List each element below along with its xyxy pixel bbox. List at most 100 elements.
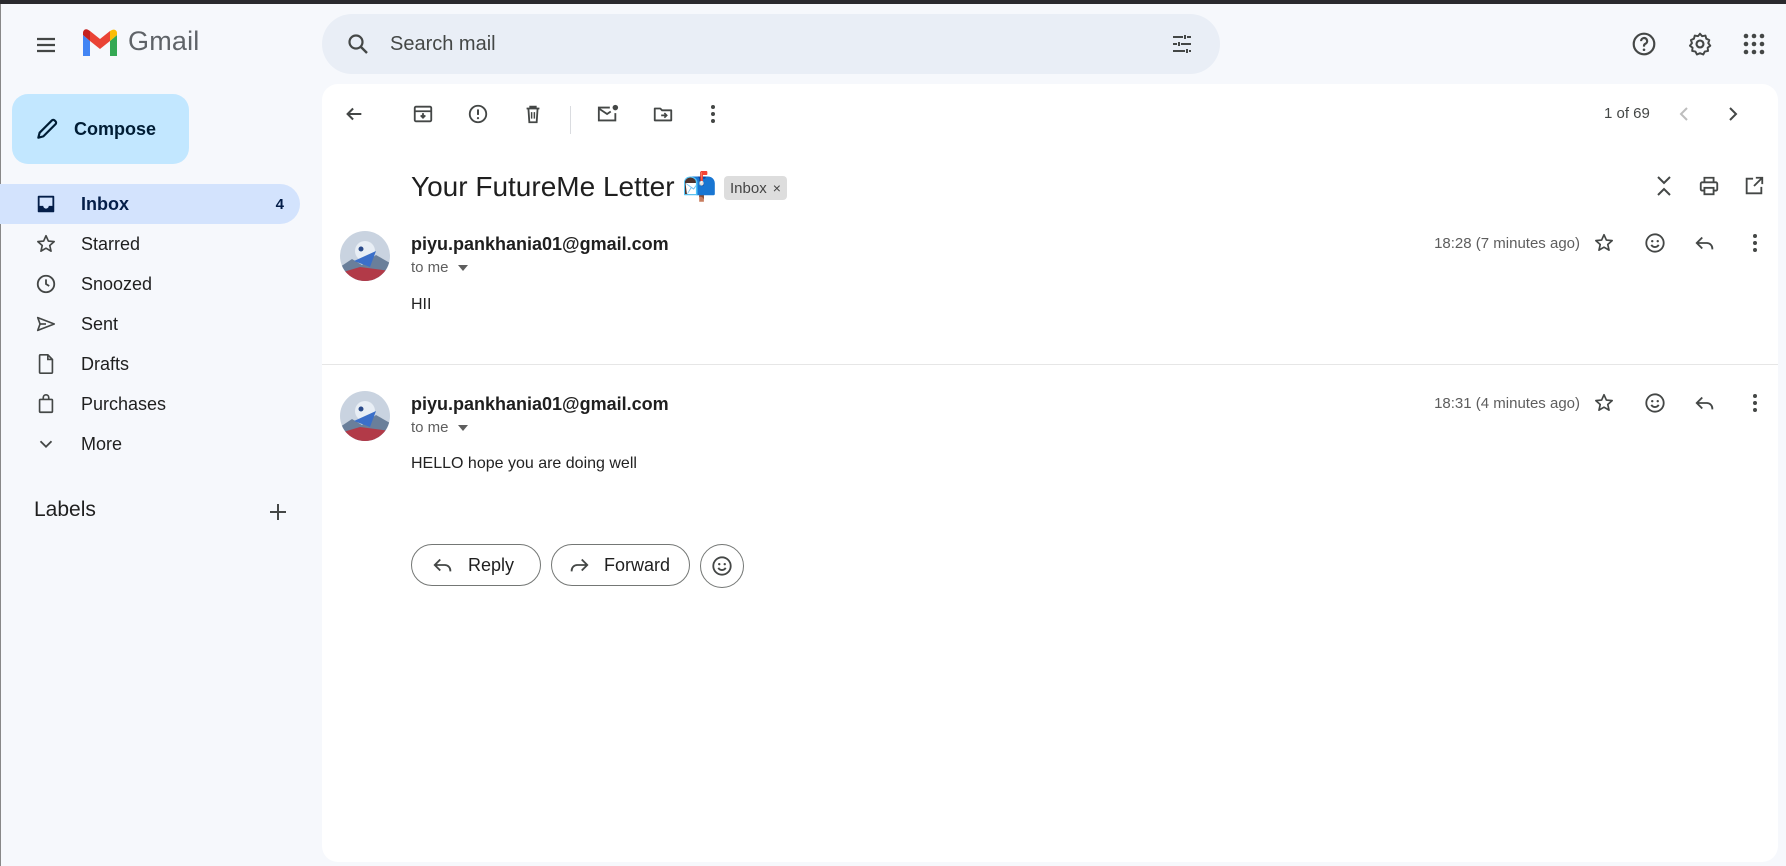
apps-grid-icon: [1743, 33, 1765, 55]
gear-icon: [1688, 32, 1712, 56]
sidebar-item-more[interactable]: More: [0, 424, 300, 464]
sidebar-item-sent[interactable]: Sent: [0, 304, 300, 344]
newer-button[interactable]: [1664, 94, 1704, 134]
remove-label-button[interactable]: ×: [773, 180, 781, 196]
sidebar-item-snoozed[interactable]: Snoozed: [0, 264, 300, 304]
message-more-button[interactable]: [1735, 223, 1775, 263]
main-menu-button[interactable]: [22, 21, 70, 69]
emoji-icon: [1645, 233, 1665, 253]
more-vert-icon: [1753, 394, 1757, 412]
message-divider: [322, 364, 1778, 365]
avatar[interactable]: [340, 231, 390, 281]
send-icon: [22, 313, 70, 335]
archive-icon: [413, 105, 433, 123]
avatar-image-icon: [340, 391, 390, 441]
clock-icon: [22, 273, 70, 295]
caret-down-icon: [457, 424, 468, 431]
report-spam-button[interactable]: [458, 94, 498, 134]
add-reaction-button[interactable]: [1635, 223, 1675, 263]
window-top-edge: [0, 0, 1786, 4]
mark-unread-icon: [597, 104, 619, 122]
emoji-reaction-button[interactable]: [700, 544, 744, 588]
labels-heading: Labels: [34, 498, 96, 521]
print-icon: [1699, 176, 1719, 196]
settings-button[interactable]: [1678, 22, 1722, 66]
google-apps-button[interactable]: [1732, 22, 1776, 66]
sidebar-item-label: Sent: [81, 313, 119, 334]
reply-action-button[interactable]: Reply: [411, 544, 541, 586]
hamburger-icon: [37, 37, 55, 53]
draft-icon: [22, 353, 70, 375]
reply-icon: [1695, 396, 1714, 410]
avatar[interactable]: [340, 391, 390, 441]
chevron-down-icon: [22, 433, 70, 455]
search-options-button[interactable]: [1162, 24, 1202, 64]
toolbar-divider: [570, 106, 571, 134]
recipient-label: to me: [411, 259, 449, 276]
sidebar-item-label: Starred: [81, 233, 141, 254]
search-button[interactable]: [336, 22, 380, 66]
tune-icon: [1173, 35, 1191, 53]
compose-label: Compose: [74, 118, 157, 139]
add-reaction-button[interactable]: [1635, 383, 1675, 423]
pencil-icon: [37, 118, 58, 139]
emoji-icon: [712, 556, 732, 576]
sidebar-item-drafts[interactable]: Drafts: [0, 344, 300, 384]
sidebar-item-label: Snoozed: [81, 273, 153, 294]
emoji-icon: [1645, 393, 1665, 413]
forward-label: Forward: [604, 554, 671, 575]
recipient-details[interactable]: to me: [411, 419, 469, 436]
sidebar-item-starred[interactable]: Starred: [0, 224, 300, 264]
recipient-label: to me: [411, 419, 449, 436]
compose-button[interactable]: Compose: [12, 94, 189, 164]
sender-email[interactable]: piyu.pankhania01@gmail.com: [411, 394, 669, 415]
delete-button[interactable]: [513, 94, 553, 134]
move-to-button[interactable]: [643, 94, 683, 134]
move-folder-icon: [653, 107, 673, 122]
archive-button[interactable]: [403, 94, 443, 134]
reply-button[interactable]: [1685, 223, 1725, 263]
email-subject: Your FutureMe Letter 📬: [411, 171, 718, 202]
report-icon: [468, 104, 488, 124]
open-new-window-button[interactable]: [1734, 166, 1774, 206]
plus-icon: [270, 504, 286, 520]
forward-action-button[interactable]: Forward: [551, 544, 690, 586]
more-vert-icon: [711, 105, 715, 123]
reply-button[interactable]: [1685, 383, 1725, 423]
message-time: 18:31 (4 minutes ago): [1434, 395, 1580, 412]
sidebar-item-label: More: [81, 433, 123, 454]
more-actions-button[interactable]: [693, 94, 733, 134]
sidebar-item-label: Inbox: [81, 193, 129, 214]
star-icon: [22, 233, 70, 255]
sender-email[interactable]: piyu.pankhania01@gmail.com: [411, 234, 669, 255]
search-icon: [348, 34, 368, 54]
open-in-new-icon: [1745, 176, 1764, 195]
help-icon: [1632, 32, 1656, 56]
message-more-button[interactable]: [1735, 383, 1775, 423]
create-label-button[interactable]: [258, 494, 298, 530]
recipient-details[interactable]: to me: [411, 259, 469, 276]
star-button[interactable]: [1584, 383, 1624, 423]
message-time: 18:28 (7 minutes ago): [1434, 235, 1580, 252]
older-button[interactable]: [1713, 94, 1753, 134]
search-input[interactable]: Search mail: [390, 33, 496, 56]
support-button[interactable]: [1622, 22, 1666, 66]
sidebar-item-purchases[interactable]: Purchases: [0, 384, 300, 424]
collapse-all-button[interactable]: [1644, 166, 1684, 206]
caret-down-icon: [457, 264, 468, 271]
star-icon: [1595, 393, 1613, 411]
print-all-button[interactable]: [1689, 166, 1729, 206]
sidebar-item-inbox[interactable]: Inbox 4: [0, 184, 300, 224]
label-chip-inbox[interactable]: Inbox ×: [724, 176, 787, 200]
search-bar[interactable]: Search mail: [322, 14, 1220, 74]
back-button[interactable]: [334, 94, 374, 134]
gmail-logo[interactable]: Gmail: [80, 26, 200, 57]
gmail-m-icon: [83, 28, 117, 56]
avatar-image-icon: [340, 231, 390, 281]
pagination-count: 1 of 69: [1604, 105, 1650, 122]
sidebar-nav: Inbox 4 Starred Snoozed Sent Drafts Purc…: [0, 184, 300, 464]
star-button[interactable]: [1584, 223, 1624, 263]
sidebar-item-label: Purchases: [81, 393, 167, 414]
mark-unread-button[interactable]: [588, 94, 628, 134]
chevron-left-icon: [1679, 107, 1688, 121]
